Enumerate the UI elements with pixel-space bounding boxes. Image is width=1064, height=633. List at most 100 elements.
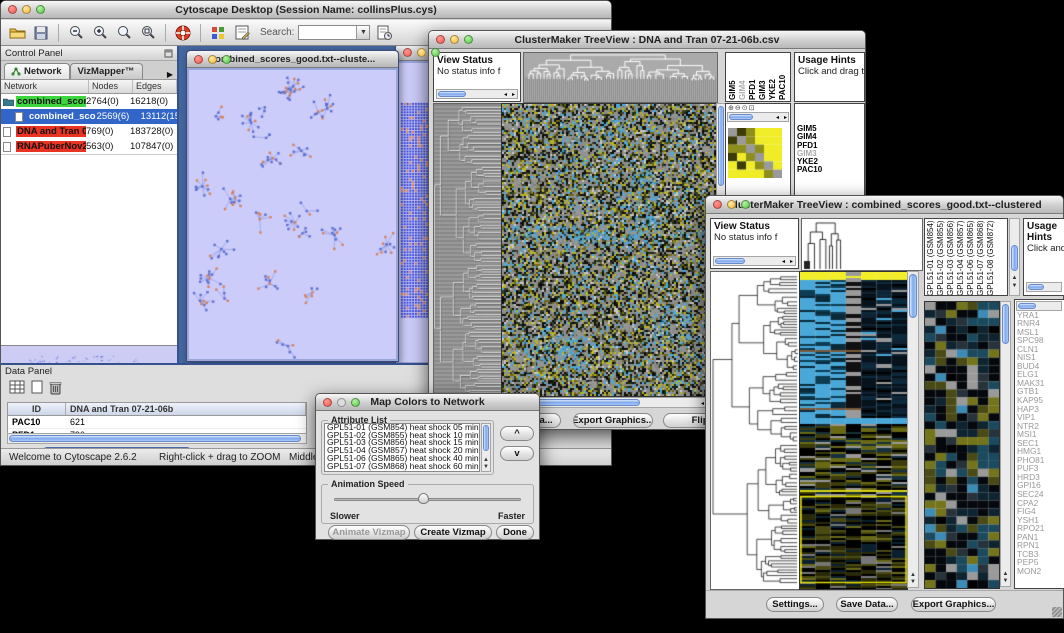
mini-column-label: GIM5: [728, 54, 737, 100]
search-input[interactable]: ▼: [298, 25, 370, 40]
close-icon[interactable]: [403, 48, 412, 57]
close-icon[interactable]: [436, 35, 445, 44]
tab-overflow-arrow[interactable]: ▶: [167, 70, 173, 79]
network-row[interactable]: combined_sco2569(6)13112(15): [1, 109, 177, 124]
vizmapper-icon[interactable]: [208, 24, 228, 42]
settings-button[interactable]: Settings...: [766, 597, 824, 612]
zoom-selected-icon[interactable]: [114, 24, 134, 42]
minimize-icon[interactable]: [22, 5, 31, 14]
save-data-button[interactable]: Save Data...: [836, 597, 898, 612]
minimize-icon[interactable]: [337, 398, 346, 407]
column-id[interactable]: ID: [8, 403, 66, 415]
mini-column-label: PAC10: [778, 54, 787, 100]
attribute-list-scrollbar[interactable]: ▲▼: [481, 423, 491, 472]
heatmap[interactable]: [799, 271, 908, 590]
network-canvas[interactable]: [189, 70, 396, 359]
tab-network[interactable]: Network: [4, 63, 70, 79]
network-row[interactable]: RNAPuberNov2+563(0)107847(0): [1, 139, 177, 154]
export-graphics-button[interactable]: Export Graphics...: [911, 597, 996, 612]
gene-label[interactable]: MON2: [1017, 567, 1064, 576]
view-status-scrollbar[interactable]: ◂▸: [436, 89, 518, 99]
create-vizmap-button[interactable]: Create Vizmap: [414, 525, 492, 540]
zoom-out-icon[interactable]: [66, 24, 86, 42]
gene-list-hscrollbar[interactable]: [1016, 301, 1062, 311]
close-icon[interactable]: [713, 200, 722, 209]
speed-slider-thumb[interactable]: [418, 493, 429, 504]
heatmap[interactable]: [501, 103, 717, 397]
float-panel-icon[interactable]: [164, 49, 173, 58]
array-column-label: GPL51-08 (GSM872): [986, 220, 995, 296]
zoom-icon[interactable]: [222, 55, 231, 64]
filter-history-icon[interactable]: [374, 24, 394, 42]
heatmap-vscrollbar[interactable]: ▲▼: [907, 271, 919, 588]
data-panel-hscrollbar[interactable]: [7, 433, 307, 444]
open-session-icon[interactable]: [7, 24, 27, 42]
animate-vizmap-button: Animate Vizmap: [328, 525, 410, 540]
treeview-dna-title: ClusterMaker TreeView : DNA and Tran 07-…: [429, 34, 865, 46]
resize-grip[interactable]: [1052, 607, 1062, 617]
zoom-heatmap[interactable]: [924, 301, 1000, 589]
zoom-icon[interactable]: [741, 200, 750, 209]
minimize-icon[interactable]: [417, 48, 426, 57]
zoom-heatmap-scrollbar[interactable]: ▲▼: [1000, 301, 1011, 587]
row-dendrogram[interactable]: [433, 103, 503, 397]
tab-vizmapper[interactable]: VizMapper™: [70, 63, 143, 79]
help-lifebuoy-icon[interactable]: [173, 24, 193, 42]
annotation-icon[interactable]: [232, 24, 252, 42]
minimize-icon[interactable]: [208, 55, 217, 64]
move-up-button[interactable]: ^: [500, 426, 534, 441]
zoom-icon[interactable]: [36, 5, 45, 14]
network-list-empty-area: [1, 154, 177, 345]
minimize-icon[interactable]: [450, 35, 459, 44]
column-dendrogram[interactable]: [523, 52, 718, 103]
mini-column-label: YKE2: [768, 54, 777, 100]
array-column-labels: GPL51-01 (GSM854)GPL51-02 (GSM855)GPL51-…: [924, 218, 1008, 296]
network-name: combined_sco: [28, 111, 97, 122]
search-dropdown-icon[interactable]: ▼: [356, 26, 369, 39]
network-table-header[interactable]: Network Nodes Edges: [1, 80, 177, 94]
row-value: 621: [66, 416, 306, 428]
network-row[interactable]: DNA and Tran 07769(0)183728(0): [1, 124, 177, 139]
move-down-button[interactable]: v: [500, 446, 534, 461]
close-icon[interactable]: [323, 398, 332, 407]
cytoscape-titlebar[interactable]: Cytoscape Desktop (Session Name: collins…: [1, 1, 611, 19]
network-edges-count: 183728(0): [130, 126, 177, 137]
mini-hscrollbar[interactable]: ◂▸: [727, 112, 789, 122]
new-attribute-icon[interactable]: [31, 380, 43, 394]
usage-hints-panel: Usage Hints Click and drag: [1023, 218, 1064, 296]
table-icon[interactable]: [9, 380, 25, 394]
zoom-icon[interactable]: [351, 398, 360, 407]
table-row[interactable]: PAC10621: [8, 416, 306, 429]
network-edges-count: 107847(0): [130, 141, 177, 152]
trash-icon[interactable]: [49, 380, 62, 395]
treeview-dna-titlebar[interactable]: ClusterMaker TreeView : DNA and Tran 07-…: [429, 31, 865, 49]
usage-hints-scrollbar[interactable]: [1026, 282, 1062, 292]
network-nodes-count: 2764(0): [86, 96, 130, 107]
mini-heatmap[interactable]: [728, 128, 782, 178]
close-icon[interactable]: [194, 55, 203, 64]
gene-list[interactable]: PFD1YRA1RNR4MSL1SPC98CLN1NIS1BUD4ELG1MAK…: [1015, 300, 1064, 576]
attribute-item[interactable]: GPL51-07 (GSM868) heat shock 60 min: [325, 463, 479, 471]
zoom-fit-icon[interactable]: [138, 24, 158, 42]
export-graphics-button[interactable]: Export Graphics...: [573, 413, 653, 428]
network-row[interactable]: combined_scores2764(0)16218(0): [1, 94, 177, 109]
view-status-scrollbar[interactable]: ◂▸: [713, 256, 796, 266]
row-dendrogram[interactable]: [710, 271, 800, 590]
treeview-zoom-icons[interactable]: ⊕⊖⊙⊡: [726, 104, 790, 112]
column-dendrogram[interactable]: [801, 218, 923, 271]
save-session-icon[interactable]: [31, 24, 51, 42]
network-icon: [11, 67, 21, 76]
attribute-list[interactable]: GPL51-01 (GSM854) heat shock 05 minGPL51…: [324, 423, 480, 472]
minimize-icon[interactable]: [727, 200, 736, 209]
zoom-icon[interactable]: [464, 35, 473, 44]
dialog-titlebar[interactable]: Map Colors to Network: [316, 394, 539, 411]
zoom-icon[interactable]: [431, 48, 440, 57]
done-button[interactable]: Done: [496, 525, 534, 540]
zoom-in-icon[interactable]: [90, 24, 110, 42]
network-view-window[interactable]: combined_scores_good.txt--cluste...: [186, 50, 399, 362]
close-icon[interactable]: [8, 5, 17, 14]
column-attribute[interactable]: DNA and Tran 07-21-06b: [66, 403, 306, 415]
mini-column-label: GIM3: [758, 54, 767, 100]
treeview-combined-titlebar[interactable]: ClusterMaker TreeView : combined_scores_…: [706, 196, 1063, 214]
column-labels-scrollbar[interactable]: ▲▼: [1009, 218, 1020, 296]
